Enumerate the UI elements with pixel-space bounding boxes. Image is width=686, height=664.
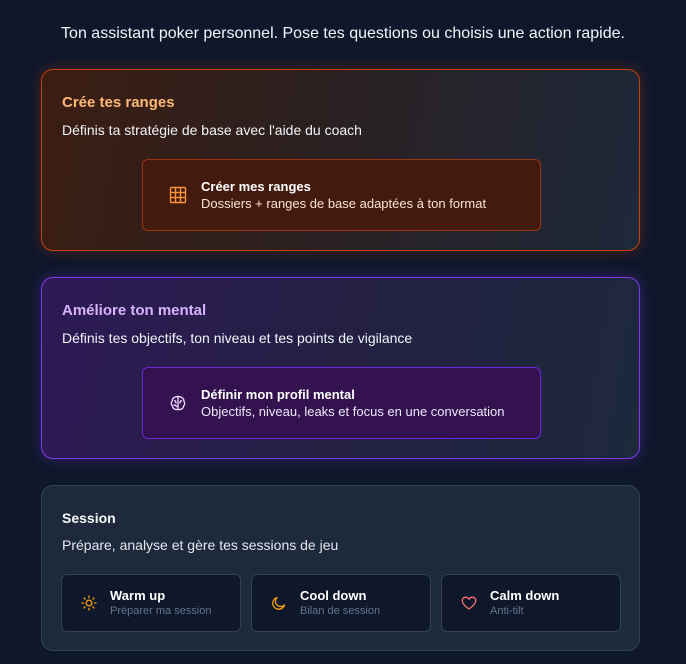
- calm-down-title: Calm down: [490, 588, 560, 603]
- intro-text: Ton assistant poker personnel. Pose tes …: [61, 25, 625, 42]
- mental-card-title: Améliore ton mental: [62, 302, 207, 319]
- heart-icon: [461, 595, 477, 611]
- mental-profile-subtitle: Objectifs, niveau, leaks et focus en une…: [201, 404, 505, 419]
- mental-profile-button[interactable]: Définir mon profil mental Objectifs, niv…: [142, 367, 541, 439]
- session-card: Session Prépare, analyse et gère tes ses…: [41, 485, 640, 651]
- create-ranges-title: Créer mes ranges: [201, 179, 311, 194]
- calm-down-button[interactable]: Calm down Anti-tilt: [441, 574, 621, 632]
- ranges-card-title: Crée tes ranges: [62, 94, 175, 111]
- create-ranges-button[interactable]: Créer mes ranges Dossiers + ranges de ba…: [142, 159, 541, 231]
- ranges-card: Crée tes ranges Définis ta stratégie de …: [41, 69, 640, 251]
- cool-down-title: Cool down: [300, 588, 367, 603]
- session-card-title: Session: [62, 510, 116, 526]
- moon-icon: [271, 595, 287, 611]
- session-card-description: Prépare, analyse et gère tes sessions de…: [62, 537, 339, 553]
- cool-down-button[interactable]: Cool down Bilan de session: [251, 574, 431, 632]
- sun-icon: [81, 595, 97, 611]
- cool-down-subtitle: Bilan de session: [300, 605, 381, 617]
- warm-up-title: Warm up: [110, 588, 166, 603]
- mental-card-description: Définis tes objectifs, ton niveau et tes…: [62, 330, 413, 346]
- create-ranges-subtitle: Dossiers + ranges de base adaptées à ton…: [201, 196, 487, 211]
- grid-icon: [169, 186, 187, 204]
- brain-icon: [169, 394, 187, 412]
- warm-up-button[interactable]: Warm up Préparer ma session: [61, 574, 241, 632]
- mental-profile-title: Définir mon profil mental: [201, 387, 355, 402]
- mental-card: Améliore ton mental Définis tes objectif…: [41, 277, 640, 459]
- calm-down-subtitle: Anti-tilt: [490, 605, 524, 617]
- ranges-card-description: Définis ta stratégie de base avec l'aide…: [62, 122, 362, 138]
- warm-up-subtitle: Préparer ma session: [110, 605, 212, 617]
